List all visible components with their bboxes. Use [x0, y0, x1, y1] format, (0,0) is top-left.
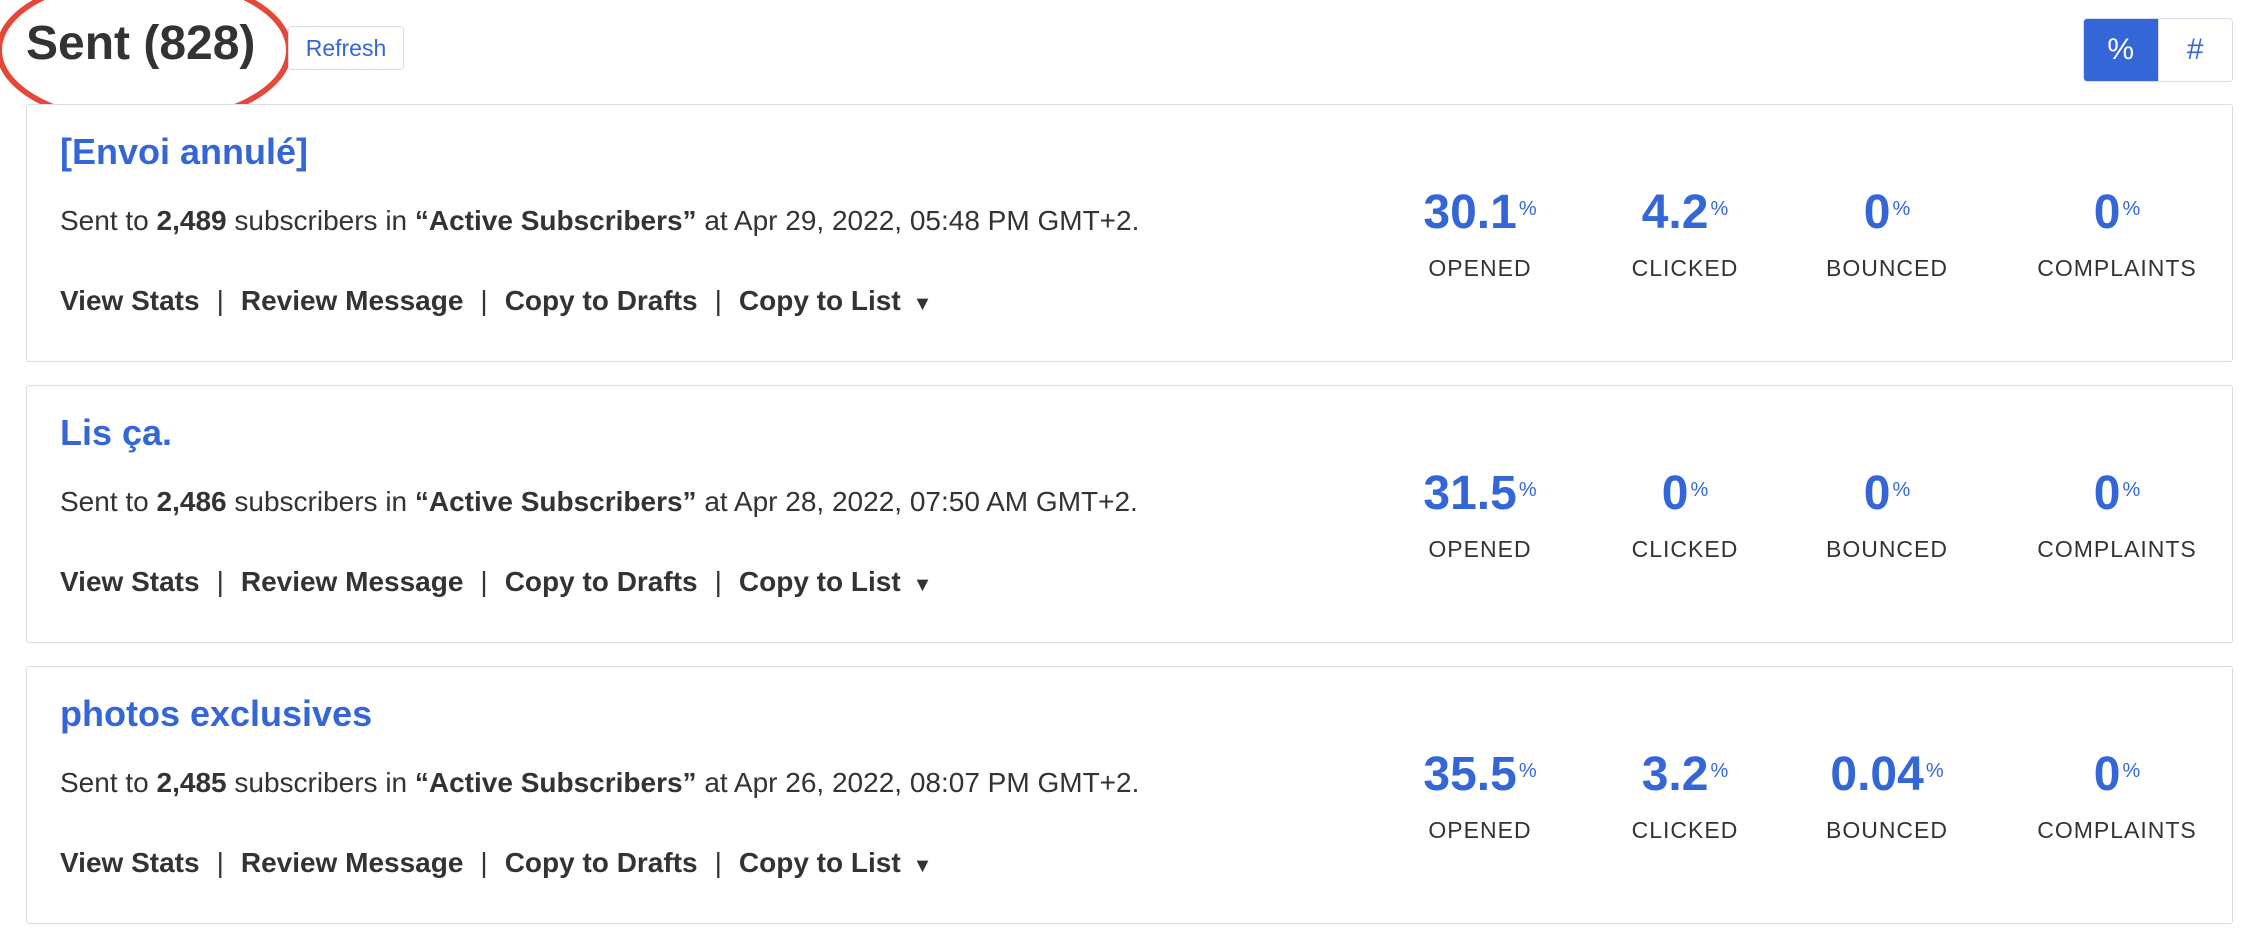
campaign-description: Sent to 2,489 subscribers in “Active Sub… — [60, 205, 1139, 237]
action-separator: | — [714, 847, 722, 878]
stat-value: 0% — [2093, 748, 2141, 801]
stat-opened: 30.1% OPENED — [1370, 185, 1590, 282]
stat-label: CLICKED — [1631, 817, 1739, 843]
stat-complaints: 0% COMPLAINTS — [2007, 185, 2227, 282]
copy-to-list-dropdown[interactable]: Copy to List ▼ — [739, 285, 933, 317]
action-separator: | — [480, 566, 488, 597]
list-name: “Active Subscribers” — [414, 767, 697, 798]
action-separator: | — [714, 566, 722, 597]
stat-label: BOUNCED — [1825, 817, 1948, 843]
stat-value: 0.04% — [1830, 748, 1944, 801]
desc-suffix: at Apr 26, 2022, 08:07 PM GMT+2. — [704, 767, 1140, 798]
view-stats-link[interactable]: View Stats — [60, 285, 200, 317]
caret-down-icon: ▼ — [912, 855, 933, 877]
stat-opened: 35.5% OPENED — [1370, 747, 1590, 844]
copy-to-list-dropdown[interactable]: Copy to List ▼ — [739, 566, 933, 598]
page-header: Sent (828) Refresh % # — [0, 0, 2258, 126]
copy-to-list-dropdown[interactable]: Copy to List ▼ — [739, 847, 933, 879]
caret-down-icon: ▼ — [912, 293, 933, 315]
stat-label: OPENED — [1428, 536, 1532, 562]
stat-value: 3.2% — [1641, 748, 1729, 801]
desc-mid: subscribers in — [234, 767, 408, 798]
stat-label: BOUNCED — [1825, 255, 1948, 281]
page-title: Sent (828) — [26, 17, 256, 70]
stat-clicked: 3.2% CLICKED — [1575, 747, 1795, 844]
review-message-link[interactable]: Review Message — [241, 285, 464, 317]
subscriber-count: 2,486 — [156, 486, 227, 517]
campaign-title-link[interactable]: [Envoi annulé] — [60, 131, 308, 173]
action-separator: | — [714, 285, 722, 316]
stat-label: OPENED — [1428, 817, 1532, 843]
copy-to-drafts-link[interactable]: Copy to Drafts — [505, 566, 698, 598]
copy-to-list-label: Copy to List — [738, 566, 901, 597]
stat-label: COMPLAINTS — [2037, 817, 2197, 843]
desc-prefix: Sent to — [60, 486, 149, 517]
desc-mid: subscribers in — [234, 205, 408, 236]
stat-bounced: 0.04% BOUNCED — [1777, 747, 1997, 844]
campaign-description: Sent to 2,485 subscribers in “Active Sub… — [60, 767, 1139, 799]
campaign-actions: View Stats | Review Message | Copy to Dr… — [60, 566, 932, 598]
count-toggle-button[interactable]: # — [2157, 19, 2232, 81]
percent-toggle-button[interactable]: % — [2084, 19, 2158, 81]
display-mode-toggle: % # — [2083, 18, 2233, 82]
stat-value: 35.5% — [1423, 748, 1537, 801]
stat-label: COMPLAINTS — [2037, 255, 2197, 281]
desc-prefix: Sent to — [60, 767, 149, 798]
action-separator: | — [216, 285, 224, 316]
stat-clicked: 4.2% CLICKED — [1575, 185, 1795, 282]
action-separator: | — [216, 847, 224, 878]
copy-to-list-label: Copy to List — [738, 847, 901, 878]
stat-value: 4.2% — [1641, 186, 1729, 239]
stat-bounced: 0% BOUNCED — [1777, 466, 1997, 563]
stat-label: CLICKED — [1631, 536, 1739, 562]
campaign-card: Lis ça. Sent to 2,486 subscribers in “Ac… — [26, 385, 2233, 643]
campaign-card: photos exclusives Sent to 2,485 subscrib… — [26, 666, 2233, 924]
stat-value: 30.1% — [1423, 186, 1537, 239]
review-message-link[interactable]: Review Message — [241, 847, 464, 879]
stat-clicked: 0% CLICKED — [1575, 466, 1795, 563]
copy-to-drafts-link[interactable]: Copy to Drafts — [505, 847, 698, 879]
copy-to-list-label: Copy to List — [738, 285, 901, 316]
list-name: “Active Subscribers” — [414, 205, 697, 236]
stat-value: 0% — [2093, 467, 2141, 520]
view-stats-link[interactable]: View Stats — [60, 566, 200, 598]
action-separator: | — [480, 285, 488, 316]
campaign-actions: View Stats | Review Message | Copy to Dr… — [60, 847, 932, 879]
action-separator: | — [216, 566, 224, 597]
desc-suffix: at Apr 29, 2022, 05:48 PM GMT+2. — [704, 205, 1140, 236]
subscriber-count: 2,485 — [156, 767, 227, 798]
campaign-title-link[interactable]: Lis ça. — [60, 412, 172, 454]
review-message-link[interactable]: Review Message — [241, 566, 464, 598]
stat-opened: 31.5% OPENED — [1370, 466, 1590, 563]
stat-value: 0% — [1661, 467, 1709, 520]
stat-complaints: 0% COMPLAINTS — [2007, 747, 2227, 844]
view-stats-link[interactable]: View Stats — [60, 847, 200, 879]
stat-value: 0% — [1863, 186, 1911, 239]
desc-suffix: at Apr 28, 2022, 07:50 AM GMT+2. — [704, 486, 1138, 517]
stat-label: CLICKED — [1631, 255, 1739, 281]
stat-label: COMPLAINTS — [2037, 536, 2197, 562]
desc-prefix: Sent to — [60, 205, 149, 236]
subscriber-count: 2,489 — [156, 205, 227, 236]
stat-value: 0% — [1863, 467, 1911, 520]
campaign-actions: View Stats | Review Message | Copy to Dr… — [60, 285, 932, 317]
refresh-button[interactable]: Refresh — [288, 26, 404, 70]
caret-down-icon: ▼ — [912, 574, 933, 596]
stat-bounced: 0% BOUNCED — [1777, 185, 1997, 282]
action-separator: | — [480, 847, 488, 878]
copy-to-drafts-link[interactable]: Copy to Drafts — [505, 285, 698, 317]
stat-label: BOUNCED — [1825, 536, 1948, 562]
stat-value: 0% — [2093, 186, 2141, 239]
desc-mid: subscribers in — [234, 486, 408, 517]
list-name: “Active Subscribers” — [414, 486, 697, 517]
stat-value: 31.5% — [1423, 467, 1537, 520]
campaign-card: [Envoi annulé] Sent to 2,489 subscribers… — [26, 104, 2233, 362]
campaign-description: Sent to 2,486 subscribers in “Active Sub… — [60, 486, 1138, 518]
stat-label: OPENED — [1428, 255, 1532, 281]
stat-complaints: 0% COMPLAINTS — [2007, 466, 2227, 563]
campaign-title-link[interactable]: photos exclusives — [60, 693, 372, 735]
